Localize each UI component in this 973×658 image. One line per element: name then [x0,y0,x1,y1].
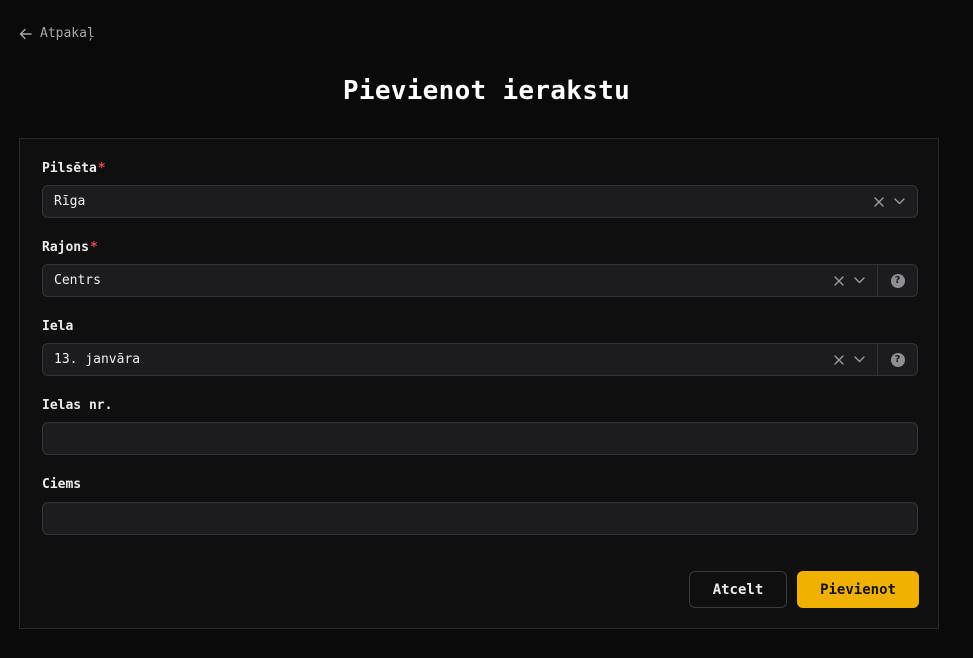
street-select-value: 13. janvāra [54,352,141,367]
chevron-down-icon[interactable] [850,351,868,369]
back-link-label: Atpakaļ [40,26,95,41]
chevron-down-icon[interactable] [890,193,908,211]
clear-icon[interactable] [830,272,848,290]
required-asterisk: * [89,240,98,255]
street-number-label: Ielas nr. [42,398,113,413]
village-input[interactable] [43,502,917,535]
street-number-input[interactable] [43,422,917,455]
street-select[interactable]: 13. janvāra ? [42,343,918,376]
page: Atpakaļ Pievienot ierakstu Pilsēta* Rīga… [0,0,973,658]
clear-icon[interactable] [870,193,888,211]
submit-button[interactable]: Pievienot [797,571,919,608]
city-label-text: Pilsēta [42,161,97,176]
cancel-button[interactable]: Atcelt [689,571,787,608]
city-label: Pilsēta* [42,161,106,176]
district-select-value: Centrs [54,273,101,288]
page-title: Pievienot ierakstu [342,76,631,106]
district-label-text: Rajons [42,240,89,255]
back-link[interactable]: Atpakaļ [19,26,95,41]
add-record-form: Pilsēta* Rīga Rajons* Centrs ? Iela 13. … [19,138,939,629]
chevron-down-icon[interactable] [850,272,868,290]
city-select-value: Rīga [54,194,86,209]
district-select[interactable]: Centrs ? [42,264,918,297]
question-circle-icon: ? [890,273,905,288]
arrow-left-icon [19,28,32,39]
district-label: Rajons* [42,240,98,255]
street-label: Iela [42,319,74,334]
village-field-wrapper [42,502,918,535]
clear-icon[interactable] [830,351,848,369]
street-help-button[interactable]: ? [877,344,917,375]
required-asterisk: * [97,161,106,176]
street-number-field-wrapper [42,422,918,455]
question-circle-icon: ? [890,352,905,367]
district-help-button[interactable]: ? [877,265,917,296]
city-select[interactable]: Rīga [42,185,918,218]
village-label: Ciems [42,477,82,492]
